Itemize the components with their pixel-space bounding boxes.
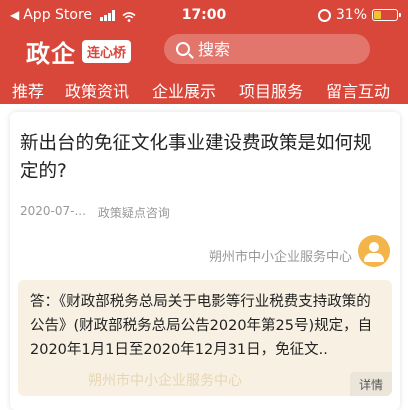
question-title[interactable]: 新出台的免征文化事业建设费政策是如何规定的? <box>20 130 380 186</box>
app-header: ◀ App Store 17:00 31% 政企 连心桥 搜索 推荐 政策资讯 … <box>0 0 408 108</box>
avatar <box>358 235 390 267</box>
qa-card[interactable]: 新出台的免征文化事业建设费政策是如何规定的? 2020-07-... 政策疑点咨… <box>10 112 400 410</box>
search-icon <box>176 42 190 56</box>
search-input[interactable] <box>198 39 348 59</box>
battery-icon <box>372 9 401 21</box>
question-meta: 2020-07-... 政策疑点咨询 <box>20 204 170 221</box>
tab-enterprise-showcase[interactable]: 企业展示 <box>152 78 216 102</box>
tab-project-services[interactable]: 项目服务 <box>239 78 303 102</box>
tab-recommend[interactable]: 推荐 <box>12 78 44 102</box>
tab-policy-news[interactable]: 政策资讯 <box>65 78 129 102</box>
answerer-name: 朔州市中小企业服务中心 <box>208 250 352 265</box>
answer-box[interactable]: 答：《财政部税务总局关于电影等行业税费支持政策的公告》(财政部税务总局公告202… <box>18 280 392 396</box>
battery-level-fill <box>374 11 381 19</box>
tab-message-interaction[interactable]: 留言互动 <box>326 78 391 108</box>
question-date: 2020-07-... <box>20 204 86 218</box>
brand-name: 政企 <box>26 40 76 68</box>
app-logo: 政企 连心桥 <box>26 34 132 69</box>
watermark: 朔州市中小企业服务中心 <box>88 373 242 389</box>
status-bar: ◀ App Store 17:00 31% <box>0 0 408 30</box>
brand-badge: 连心桥 <box>82 40 132 63</box>
person-icon <box>364 242 384 262</box>
question-category: 政策疑点咨询 <box>97 206 170 220</box>
search-bar[interactable] <box>164 34 370 64</box>
answer-text: 答：《财政部税务总局关于电影等行业税费支持政策的公告》(财政部税务总局公告202… <box>30 294 373 358</box>
details-button[interactable]: 详情 <box>350 372 392 396</box>
battery-percent: 31% <box>335 7 367 23</box>
alarm-icon <box>317 8 331 22</box>
category-tabs: 推荐 政策资讯 企业展示 项目服务 留言互动 <box>0 74 408 108</box>
